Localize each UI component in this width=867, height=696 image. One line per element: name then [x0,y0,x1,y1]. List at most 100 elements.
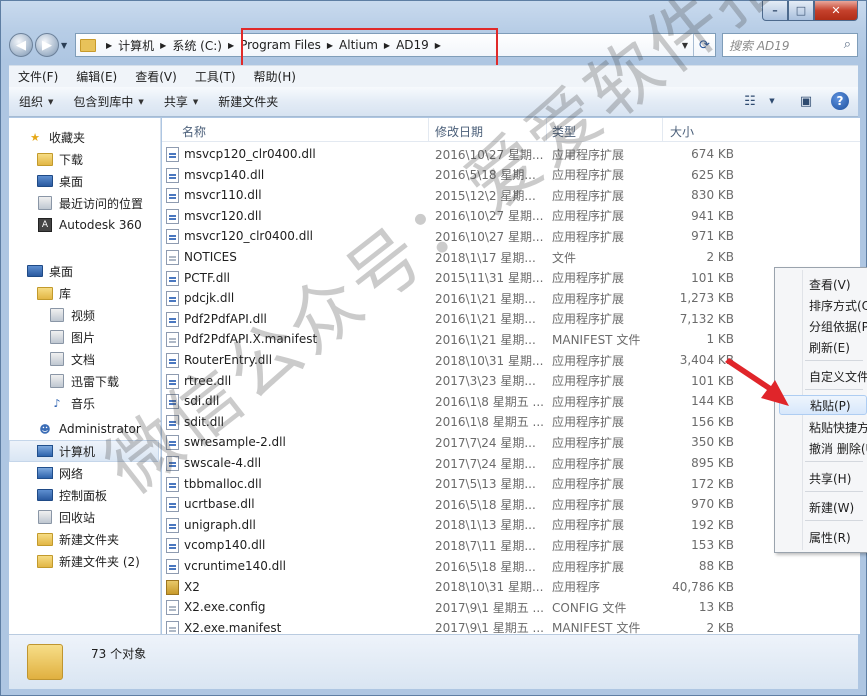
table-row[interactable]: tbbmalloc.dll 2017\5\13 星期... 应用程序扩展 172 KB [162,474,782,494]
new-folder-button[interactable]: 新建文件夹 [208,93,288,110]
table-row[interactable]: NOTICES 2018\1\17 星期... 文件 2 KB [162,247,782,267]
sidebar-item-autodesk[interactable]: A Autodesk 360 [37,214,142,236]
search-input[interactable]: 搜索 AD19 ⌕ [722,33,858,57]
sidebar-item-recent[interactable]: 最近访问的位置 [37,192,143,214]
organize-label: 组织 [19,95,44,109]
table-row[interactable]: vcruntime140.dll 2016\5\18 星期... 应用程序扩展 88 … [162,556,782,576]
sidebar-item-documents[interactable]: 文档 [49,348,95,370]
table-row[interactable]: pdcjk.dll 2016\1\21 星期... 应用程序扩展 1,273 KB [162,288,782,308]
sidebar-item-music[interactable]: ♪ 音乐 [49,392,95,414]
minimize-button[interactable]: – [762,1,788,21]
dll-file-icon [166,414,179,430]
menu-item-share[interactable]: 共享(H) [809,470,851,487]
table-row[interactable]: msvcr120.dll 2016\10\27 星期... 应用程序扩展 941 KB [162,206,782,226]
menu-item-new[interactable]: 新建(W) [809,499,854,516]
menu-item-view[interactable]: 查看(V) [809,276,851,293]
sidebar-item-pictures[interactable]: 图片 [49,326,95,348]
breadcrumb-item[interactable]: Altium [339,38,378,52]
view-options-icon[interactable]: ☷ [740,91,760,111]
table-row[interactable]: rtree.dll 2017\3\23 星期... 应用程序扩展 101 KB [162,371,782,391]
table-row[interactable]: swscale-4.dll 2017\7\24 星期... 应用程序扩展 895 KB [162,453,782,473]
sidebar-item-new-folder-2[interactable]: 新建文件夹 (2) [37,550,140,572]
refresh-icon[interactable]: ⟳ [693,34,715,56]
share-button[interactable]: 共享 ▼ [154,93,208,110]
breadcrumb-item[interactable]: 系统 (C:) [172,37,222,54]
organize-button[interactable]: 组织 ▼ [9,93,63,110]
menu-item-sort-by[interactable]: 排序方式(O) [809,297,867,314]
breadcrumb-item[interactable]: AD19 [396,38,429,52]
table-row[interactable]: RouterEntry.dll 2018\10\31 星期... 应用程序扩展 3,4… [162,350,782,370]
table-row[interactable]: swresample-2.dll 2017\7\24 星期... 应用程序扩展 350… [162,432,782,452]
menu-help[interactable]: 帮助(H) [245,68,305,85]
sidebar-item-videos[interactable]: 视频 [49,304,95,326]
sidebar-item-new-folder[interactable]: 新建文件夹 [37,528,119,550]
sidebar-item-thunder[interactable]: 迅雷下载 [49,370,119,392]
table-row[interactable]: unigraph.dll 2018\1\13 星期... 应用程序扩展 192 KB [162,515,782,535]
chevron-down-icon[interactable]: ▼ [762,91,782,111]
preview-pane-icon[interactable]: ▣ [796,91,816,111]
sidebar-item-desktop[interactable]: 桌面 [27,260,73,282]
table-row[interactable]: Pdf2PdfAPI.X.manifest 2016\1\21 星期... MANI… [162,329,782,349]
menu-item-properties[interactable]: 属性(R) [809,529,851,546]
menu-item-paste-shortcut[interactable]: 粘贴快捷方式(S) [809,419,867,436]
menu-file[interactable]: 文件(F) [9,68,67,85]
table-row[interactable]: vcomp140.dll 2018\7\11 星期... 应用程序扩展 153 KB [162,535,782,555]
table-row[interactable]: X2 2018\10\31 星期... 应用程序 40,786 KB [162,577,782,597]
column-header-size[interactable]: 大小 [670,123,694,140]
file-type: CONFIG 文件 [552,600,627,615]
table-row[interactable]: msvcp120_clr0400.dll 2016\10\27 星期... 应用程序… [162,144,782,164]
breadcrumb-item[interactable]: 计算机 [118,37,154,54]
chevron-right-icon[interactable]: ▶ [384,41,390,50]
table-row[interactable]: ucrtbase.dll 2016\5\18 星期... 应用程序扩展 970 KB [162,494,782,514]
menu-item-undo-delete[interactable]: 撤消 删除(U) [809,440,867,457]
breadcrumb-item[interactable]: Program Files [240,38,321,52]
column-divider[interactable] [546,118,547,142]
column-header-date[interactable]: 修改日期 [435,123,483,140]
table-row[interactable]: msvcp140.dll 2016\5\18 星期... 应用程序扩展 625 KB [162,165,782,185]
forward-arrow-icon[interactable]: ▶ [35,33,59,57]
address-bar[interactable]: ▶ 计算机 ▶ 系统 (C:) ▶ Program Files ▶ Altium… [75,33,716,57]
column-divider[interactable] [428,118,429,142]
chevron-right-icon[interactable]: ▶ [435,41,441,50]
sidebar-item-label: 文档 [71,352,96,367]
column-header-type[interactable]: 类型 [552,123,576,140]
menu-tools[interactable]: 工具(T) [186,68,245,85]
sidebar-item-recycle-bin[interactable]: 回收站 [37,506,95,528]
table-row[interactable]: sdi.dll 2016\1\8 星期五 ... 应用程序扩展 144 KB [162,391,782,411]
sidebar-item-network[interactable]: 网络 [37,462,83,484]
help-icon[interactable]: ? [830,91,850,111]
close-button[interactable]: ✕ [814,1,858,21]
chevron-right-icon[interactable]: ▶ [106,41,112,50]
chevron-right-icon[interactable]: ▶ [327,41,333,50]
recent-pages-dropdown[interactable]: ▼ [61,41,71,50]
table-row[interactable]: X2.exe.manifest 2017\9\1 星期五 ... MANIFEST … [162,618,782,634]
menu-item-paste[interactable]: 粘贴(P) [779,395,867,415]
table-row[interactable]: msvcr120_clr0400.dll 2016\10\27 星期... 应用程序… [162,226,782,246]
search-icon[interactable]: ⌕ [844,37,851,52]
menu-item-customize[interactable]: 自定义文件夹... [809,368,867,385]
menu-item-refresh[interactable]: 刷新(E) [809,339,850,356]
chevron-right-icon[interactable]: ▶ [160,41,166,50]
chevron-right-icon[interactable]: ▶ [228,41,234,50]
sidebar-item-administrator[interactable]: ☻ Administrator [37,418,141,440]
menu-edit[interactable]: 编辑(E) [67,68,126,85]
table-row[interactable]: X2.exe.config 2017\9\1 星期五 ... CONFIG 文件 13… [162,597,782,617]
include-in-library-button[interactable]: 包含到库中 ▼ [63,93,153,110]
table-row[interactable]: PCTF.dll 2015\11\31 星期... 应用程序扩展 101 KB [162,268,782,288]
maximize-button[interactable]: □ [788,1,814,21]
column-divider[interactable] [662,118,663,142]
chevron-down-icon[interactable]: ▼ [677,41,693,50]
sidebar-item-computer[interactable]: 计算机 [9,440,159,462]
sidebar-item-desktop-fav[interactable]: 桌面 [37,170,83,192]
table-row[interactable]: msvcr110.dll 2015\12\2 星期... 应用程序扩展 830 KB [162,185,782,205]
menu-view[interactable]: 查看(V) [126,68,186,85]
table-row[interactable]: sdit.dll 2016\1\8 星期五 ... 应用程序扩展 156 KB [162,412,782,432]
sidebar-item-downloads[interactable]: 下载 [37,148,83,170]
sidebar-item-library[interactable]: 库 [37,282,71,304]
table-row[interactable]: Pdf2PdfAPI.dll 2016\1\21 星期... 应用程序扩展 7,132… [162,309,782,329]
menu-item-group-by[interactable]: 分组依据(P) [809,318,867,335]
column-header-name[interactable]: 名称 [182,123,206,140]
back-arrow-icon[interactable]: ◀ [9,33,33,57]
sidebar-item-favorites[interactable]: ★ 收藏夹 [27,126,85,148]
sidebar-item-control-panel[interactable]: 控制面板 [37,484,107,506]
